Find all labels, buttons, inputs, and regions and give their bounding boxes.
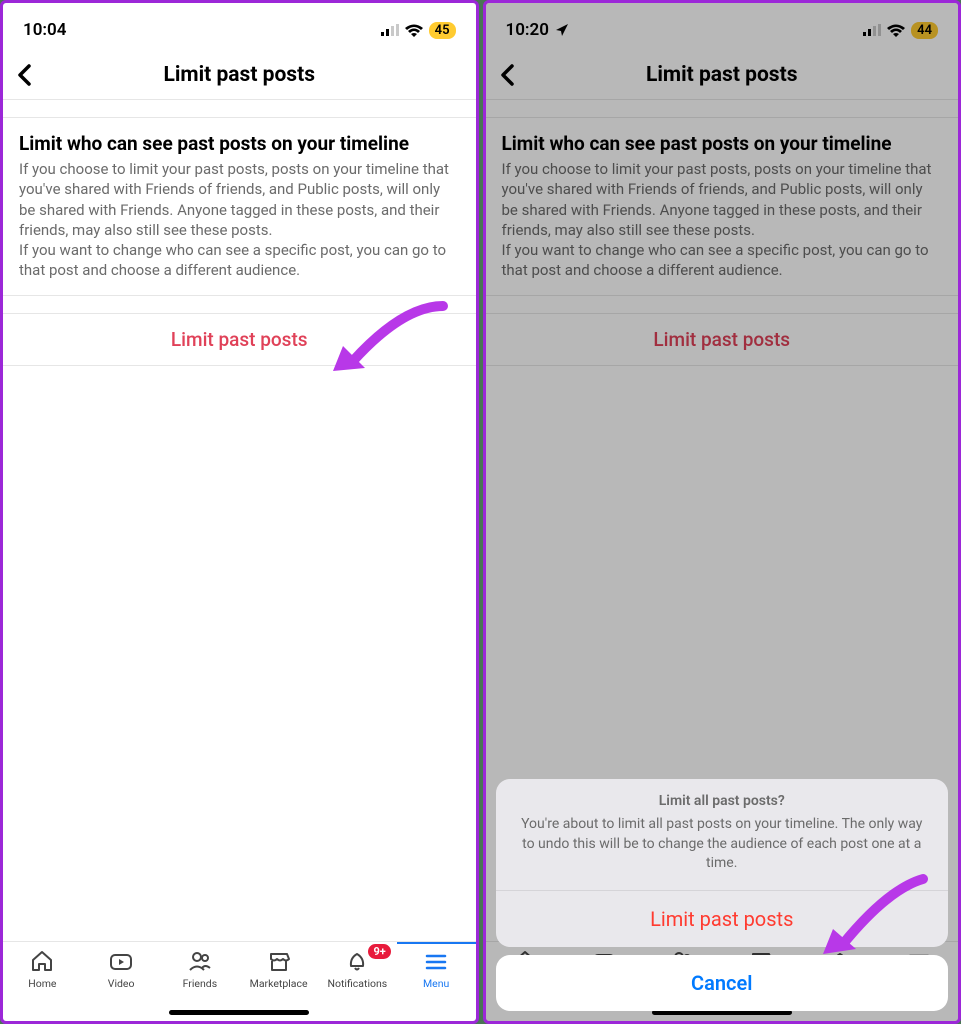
tab-label: Video — [108, 977, 135, 990]
info-section: Limit who can see past posts on your tim… — [486, 118, 959, 296]
tab-menu[interactable]: Menu — [397, 948, 476, 1011]
status-indicators: 44 — [863, 22, 938, 39]
sheet-title: Limit all past posts? — [516, 793, 929, 809]
info-body-2: If you want to change who can see a spec… — [19, 240, 460, 281]
status-bar: 10:20 44 — [486, 3, 959, 53]
cellular-icon — [863, 24, 881, 36]
notification-badge: 9+ — [368, 944, 390, 959]
tab-label: Menu — [423, 977, 449, 990]
sheet-confirm-button[interactable]: Limit past posts — [496, 890, 949, 947]
menu-icon — [423, 948, 449, 974]
active-tab-indicator — [397, 942, 476, 944]
back-button[interactable] — [500, 64, 530, 86]
info-body-1: If you choose to limit your past posts, … — [19, 159, 460, 240]
action-sheet-block: Limit all past posts? You're about to li… — [496, 779, 949, 947]
action-sheet: Limit all past posts? You're about to li… — [496, 779, 949, 1011]
limit-past-posts-label: Limit past posts — [653, 328, 790, 351]
friends-icon — [187, 948, 213, 974]
bell-icon — [344, 948, 370, 974]
info-section: Limit who can see past posts on your tim… — [3, 118, 476, 296]
action-sheet-body: Limit all past posts? You're about to li… — [496, 779, 949, 890]
wifi-icon — [405, 24, 423, 37]
back-button[interactable] — [17, 64, 47, 86]
chevron-left-icon — [500, 64, 514, 86]
section-gap — [486, 100, 959, 118]
nav-header: Limit past posts — [486, 53, 959, 100]
section-gap — [3, 296, 476, 314]
video-icon — [108, 948, 134, 974]
tab-bar: Home Video Friends Marketplace 9+ Notifi… — [3, 941, 476, 1021]
status-time-value: 10:20 — [506, 20, 549, 40]
tab-home[interactable]: Home — [3, 948, 82, 1011]
tab-label: Friends — [183, 977, 218, 990]
marketplace-icon — [266, 948, 292, 974]
limit-past-posts-row[interactable]: Limit past posts — [3, 314, 476, 366]
tab-label: Marketplace — [250, 977, 308, 990]
home-icon — [29, 948, 55, 974]
cellular-icon — [381, 24, 399, 36]
tab-video[interactable]: Video — [82, 948, 161, 1011]
status-bar: 10:04 45 — [3, 3, 476, 53]
tab-marketplace[interactable]: Marketplace — [239, 948, 318, 1011]
status-time: 10:20 — [506, 20, 569, 40]
wifi-icon — [887, 24, 905, 37]
status-time: 10:04 — [23, 20, 66, 40]
sheet-description: You're about to limit all past posts on … — [516, 815, 929, 874]
info-heading: Limit who can see past posts on your tim… — [502, 132, 943, 155]
location-icon — [555, 23, 569, 37]
section-gap — [3, 100, 476, 118]
page-title: Limit past posts — [530, 63, 915, 87]
battery-indicator: 45 — [429, 22, 456, 39]
info-body-1: If you choose to limit your past posts, … — [502, 159, 943, 240]
sheet-cancel-label: Cancel — [691, 971, 752, 995]
limit-past-posts-row[interactable]: Limit past posts — [486, 314, 959, 366]
info-heading: Limit who can see past posts on your tim… — [19, 132, 460, 155]
page-title: Limit past posts — [47, 63, 432, 87]
home-indicator[interactable] — [169, 1010, 309, 1015]
nav-header: Limit past posts — [3, 53, 476, 100]
phone-screen-right: 10:20 44 Limit past posts Limit who can … — [483, 0, 961, 1024]
chevron-left-icon — [17, 64, 31, 86]
sheet-cancel-button[interactable]: Cancel — [496, 955, 949, 1011]
status-indicators: 45 — [381, 22, 456, 39]
limit-past-posts-label: Limit past posts — [171, 328, 308, 351]
content-area — [3, 366, 476, 942]
tab-label: Notifications — [328, 977, 388, 990]
info-body-2: If you want to change who can see a spec… — [502, 240, 943, 281]
phone-screen-left: 10:04 45 Limit past posts Limit who can … — [0, 0, 479, 1024]
battery-indicator: 44 — [911, 22, 938, 39]
tab-label: Home — [28, 977, 56, 990]
section-gap — [486, 296, 959, 314]
sheet-confirm-label: Limit past posts — [650, 907, 793, 931]
tab-notifications[interactable]: 9+ Notifications — [318, 948, 397, 1011]
tab-friends[interactable]: Friends — [161, 948, 240, 1011]
